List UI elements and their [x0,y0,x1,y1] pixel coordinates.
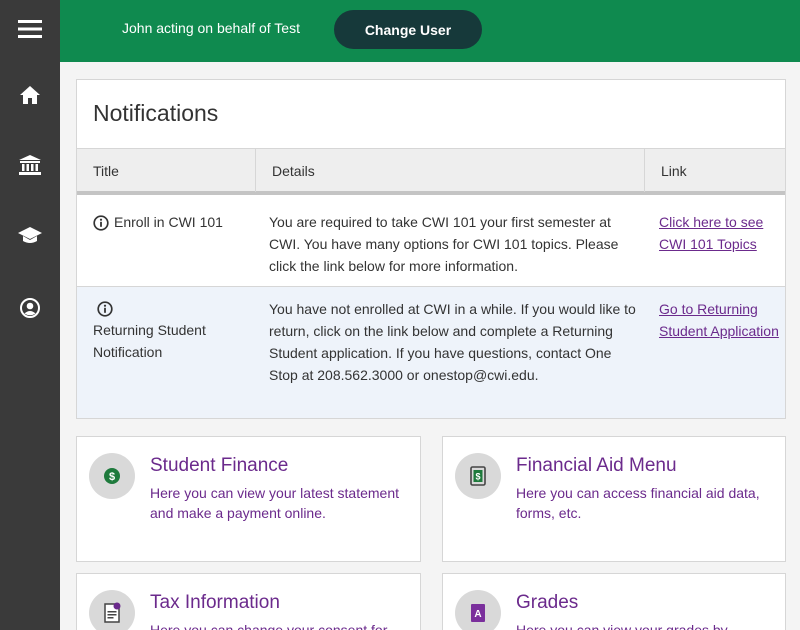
menu-button[interactable] [0,4,60,54]
notification-details: You are required to take CWI 101 your fi… [269,214,619,274]
notification-details: You have not enrolled at CWI in a while.… [269,301,636,383]
notifications-card: Notifications Title Details Link Enroll … [76,79,786,419]
acting-on-behalf-text: John acting on behalf of Test [122,20,300,36]
returning-student-application-link[interactable]: Go to Returning Student Application [659,301,779,339]
tile-description: Here you can view your grades by [516,622,728,630]
money-icon: $ [470,466,486,486]
academics-button[interactable] [0,210,60,260]
column-header-details: Details [255,149,645,192]
student-finance-tile[interactable]: $ Student Finance Here you can view your… [76,436,421,562]
top-bar: John acting on behalf of Test Change Use… [60,0,800,62]
tile-title: Grades [516,592,579,613]
document-icon [104,602,121,623]
sidebar [0,0,60,630]
column-header-title: Title [93,162,119,179]
financial-aid-icon-circle: $ [455,453,501,499]
notifications-title: Notifications [93,100,219,126]
info-icon [93,215,109,231]
notification-link-cell: Go to Returning Student Application [659,298,779,342]
institution-button[interactable] [0,140,60,190]
table-header: Title Details Link [77,148,785,195]
tax-information-tile[interactable]: Tax Information Here you can change your… [76,573,421,630]
tile-description: Here you can change your consent for [150,622,388,630]
tile-description: Here you can view your latest statement … [150,485,400,521]
user-circle-icon [20,298,40,318]
student-finance-icon-circle: $ [89,453,135,499]
notification-link-cell: Click here to see CWI 101 Topics [659,211,779,255]
cwi-101-topics-link[interactable]: Click here to see CWI 101 Topics [659,214,763,252]
svg-text:$: $ [109,471,115,483]
grades-tile[interactable]: A Grades Here you can view your grades b… [442,573,786,630]
dollar-icon: $ [104,468,120,484]
notification-title: Enroll in CWI 101 [114,214,223,230]
info-icon [97,301,113,317]
graduation-cap-icon [18,227,42,243]
tile-title: Financial Aid Menu [516,455,677,476]
table-row: Enroll in CWI 101 You are required to ta… [77,195,785,286]
menu-icon [18,20,42,38]
financial-aid-tile[interactable]: $ Financial Aid Menu Here you can access… [442,436,786,562]
change-user-button[interactable]: Change User [334,10,482,49]
svg-text:$: $ [475,472,480,482]
profile-button[interactable] [0,283,60,333]
notification-title-cell: Returning Student Notification [93,298,253,363]
table-row: Returning Student Notification You have … [77,286,785,418]
tile-title: Tax Information [150,592,280,613]
svg-text:A: A [474,609,481,620]
grades-icon-circle: A [455,590,501,630]
home-icon [20,86,40,104]
tax-information-icon-circle [89,590,135,630]
notification-title: Returning Student Notification [93,322,206,360]
tile-title: Student Finance [150,455,289,476]
grades-icon: A [471,604,485,622]
institution-icon [19,155,41,175]
tile-description: Here you can access financial aid data, … [516,485,760,521]
home-button[interactable] [0,70,60,120]
column-header-link: Link [644,149,785,192]
notification-title-cell: Enroll in CWI 101 [93,211,253,233]
